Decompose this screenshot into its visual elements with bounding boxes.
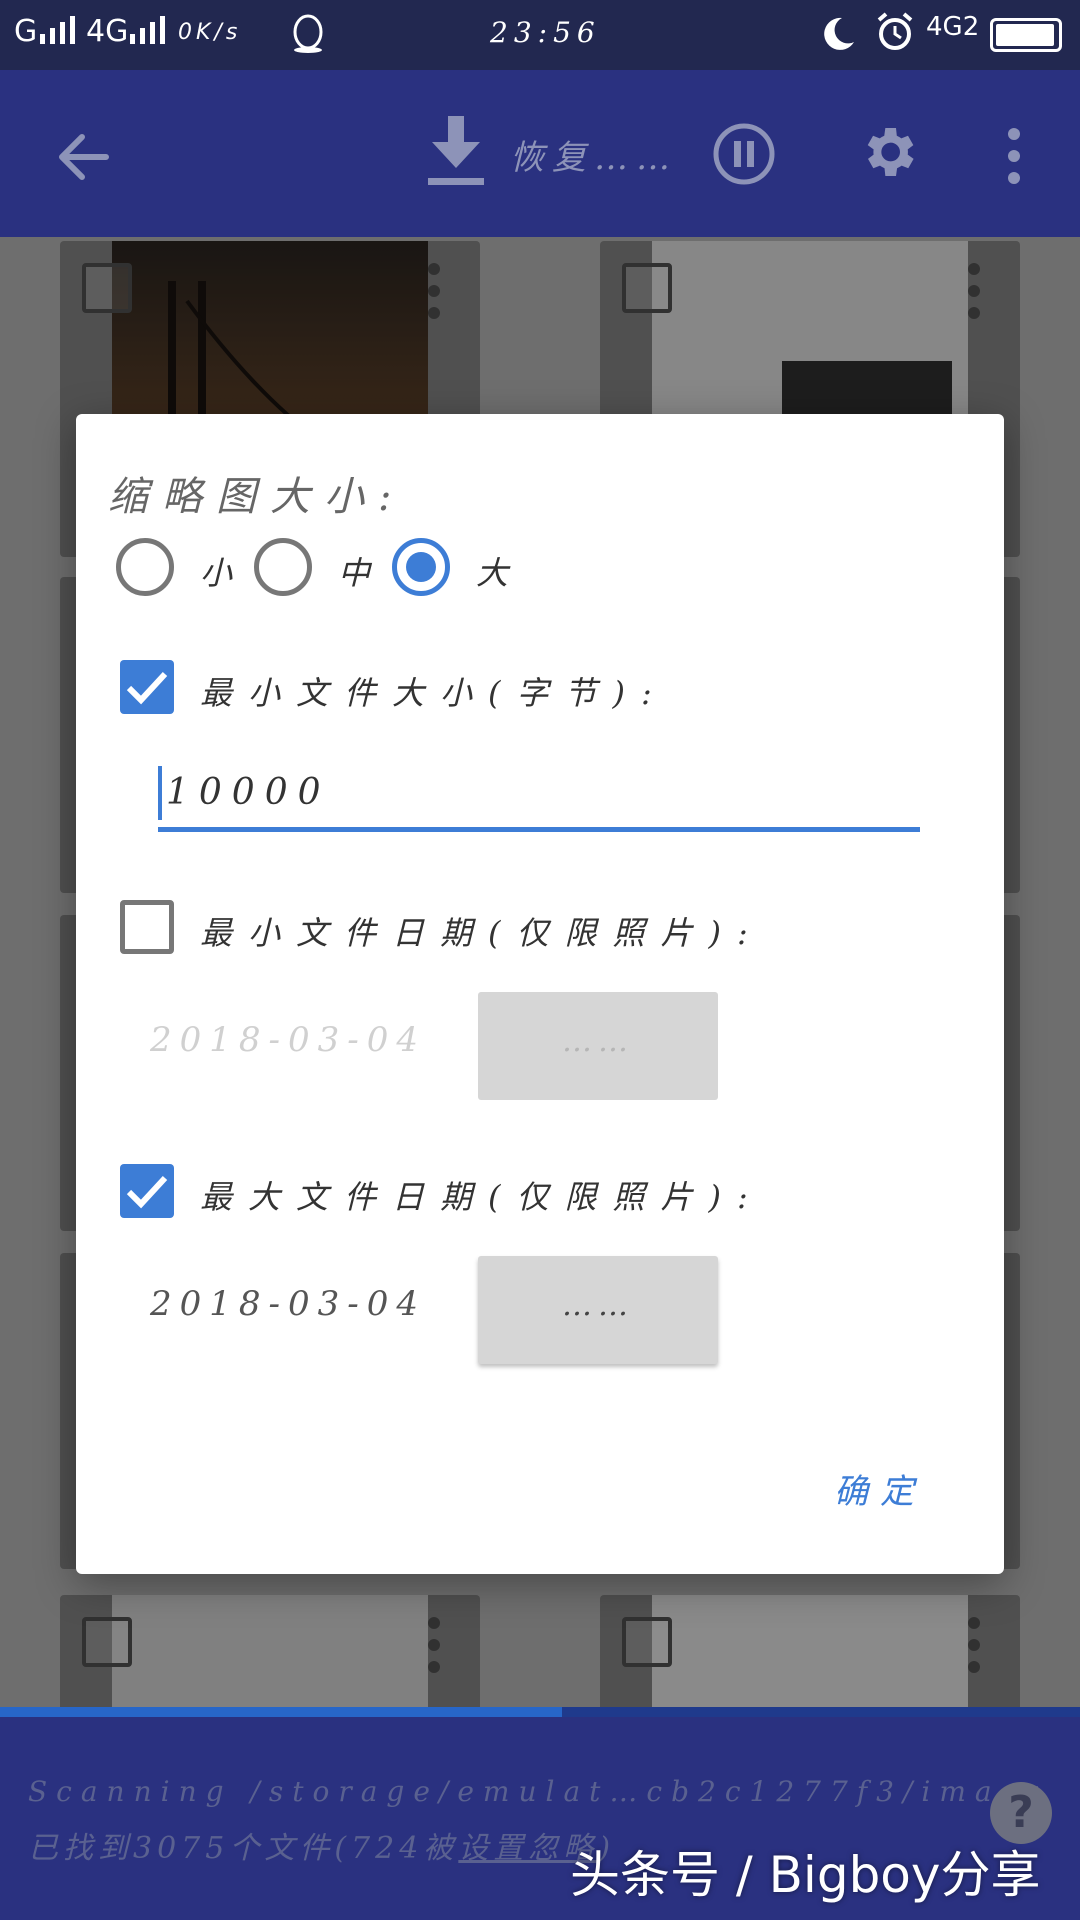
scan-progress-fill [0, 1707, 562, 1717]
signal-strength-2-icon [130, 16, 165, 44]
scan-path-text: Scanning /storage/emulat…cb2c1277f3/imag… [28, 1775, 1038, 1808]
network-label: 4G [86, 14, 129, 49]
app-bar-title: 恢复…… [510, 138, 678, 178]
watermark: 头条号 / Bigboy分享 [570, 1846, 1041, 1904]
min-size-checkbox[interactable] [120, 660, 174, 714]
radio-label-medium: 中 [338, 554, 371, 592]
max-date-value: 2018-03-04 [150, 1284, 427, 1324]
max-date-pick-button[interactable]: …… [478, 1256, 718, 1364]
download-icon[interactable] [426, 116, 486, 188]
status-bar: G 4G 0K/s 23:56 4G2 [0, 0, 1080, 70]
filter-dialog: 缩略图大小: 小 中 大 最小文件大小(字节): 10000 最小文件日期(仅限… [76, 414, 1004, 1574]
min-date-label: 最小文件日期(仅限照片): [200, 914, 764, 952]
more-vert-icon[interactable] [1004, 126, 1024, 186]
max-date-checkbox[interactable] [120, 1164, 174, 1218]
signal-label: G [14, 14, 38, 49]
min-date-value: 2018-03-04 [150, 1020, 427, 1060]
signal-strength-icon [40, 16, 75, 44]
min-size-value: 10000 [166, 772, 331, 813]
radio-size-medium[interactable] [254, 538, 312, 596]
back-arrow-icon[interactable] [56, 132, 112, 182]
net-speed: 0K/s [178, 20, 242, 45]
check-icon [126, 671, 168, 705]
radio-size-small[interactable] [116, 538, 174, 596]
qq-icon [293, 14, 323, 53]
ok-button[interactable]: 确定 [834, 1464, 926, 1513]
radio-size-large[interactable] [392, 538, 450, 596]
min-date-pick-button[interactable]: …… [478, 992, 718, 1100]
pause-icon[interactable] [712, 122, 776, 186]
min-size-input[interactable]: 10000 [158, 760, 920, 832]
gear-icon[interactable] [856, 120, 920, 184]
found-count-text: 已找到3075个文件(724被设置忽略) [28, 1823, 615, 1867]
network-right-label: 4G2 [926, 12, 980, 42]
alarm-icon [877, 12, 913, 50]
check-icon [126, 1175, 168, 1209]
max-date-label: 最大文件日期(仅限照片): [200, 1178, 764, 1216]
moon-icon [824, 17, 854, 50]
radio-label-small: 小 [200, 554, 233, 592]
battery-icon [990, 18, 1062, 52]
min-size-label: 最小文件大小(字节): [200, 674, 668, 712]
clock: 23:56 [490, 16, 601, 49]
app-bar: 恢复…… [0, 70, 1080, 237]
text-cursor [158, 766, 162, 820]
thumbnail-size-title: 缩略图大小: [108, 474, 406, 520]
min-date-checkbox[interactable] [120, 900, 174, 954]
found-prefix: 已找到3075个文件(724被 [28, 1831, 459, 1866]
radio-label-large: 大 [476, 554, 509, 592]
